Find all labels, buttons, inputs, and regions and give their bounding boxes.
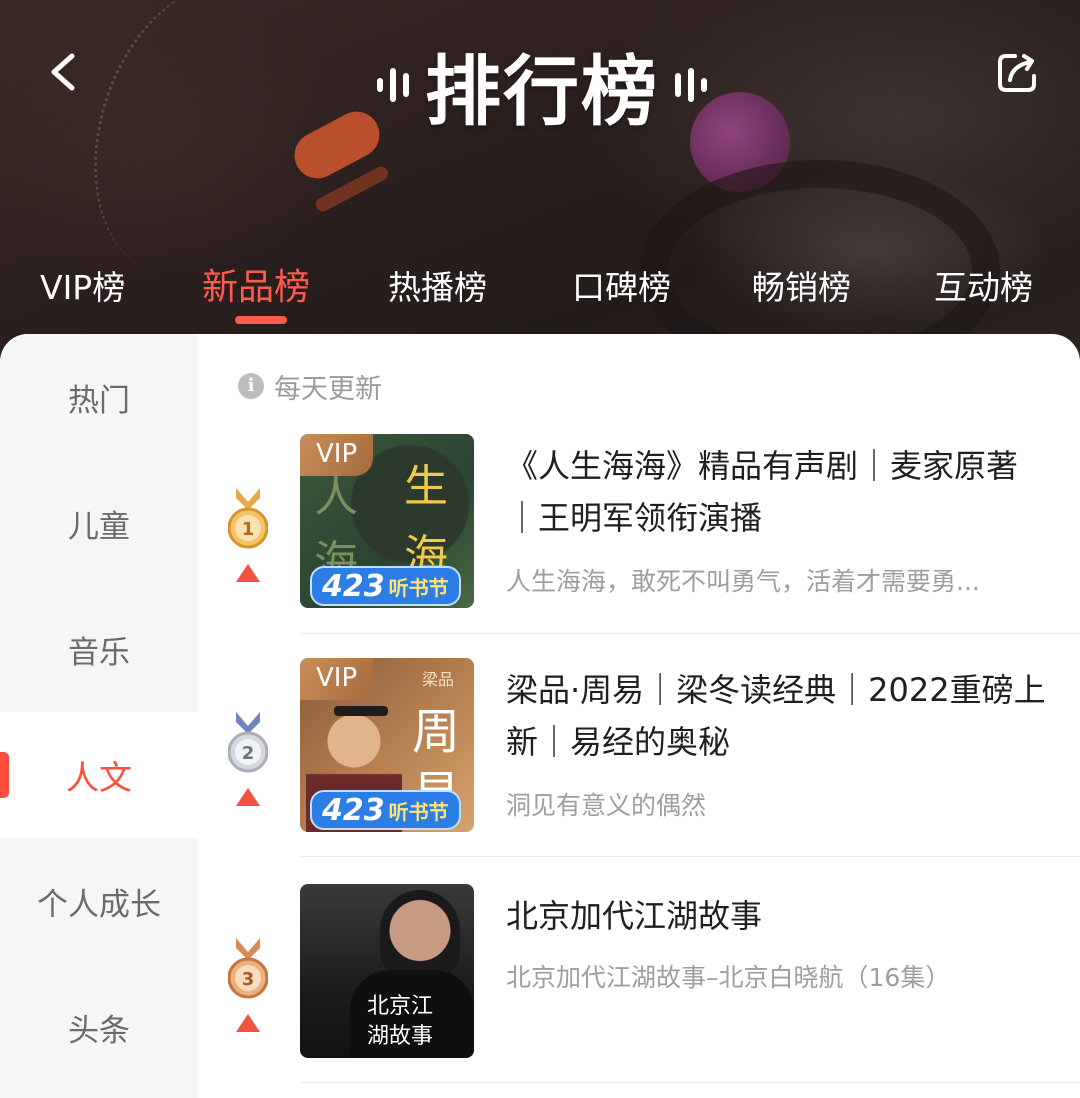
sound-wave-icon [675, 68, 707, 102]
ranking-tabs: VIP榜 新品榜 热播榜 口碑榜 畅销榜 互动榜 [0, 262, 1080, 332]
glasses-shape [334, 706, 388, 716]
album-cover[interactable]: 梁品 周 易 VIP 423 听书节 [300, 658, 474, 832]
divider [300, 856, 1080, 857]
category-sidebar: 热门 儿童 音乐 人文 个人成长 头条 [0, 334, 198, 1098]
header-banner: 排行榜 VIP榜 新品榜 热播榜 口碑榜 畅销榜 互动榜 [0, 0, 1080, 360]
active-category-marker [0, 752, 9, 798]
sidebar-item-personal-growth[interactable]: 个人成长 [0, 838, 198, 964]
cover-text: 周 [412, 704, 461, 760]
list-item[interactable]: 1 人 生 海 海 VIP 423 听书节 《人生海海》精品有声剧｜麦家原著｜王… [198, 434, 1080, 658]
rank-number: 1 [242, 519, 255, 540]
festival-text: 听书节 [388, 575, 449, 600]
sound-wave-icon [377, 68, 409, 102]
festival-number: 423 [322, 568, 385, 604]
cover-text: 梁品 [422, 670, 455, 689]
tab-hot-play[interactable]: 热播榜 [388, 262, 487, 314]
tab-interaction[interactable]: 互动榜 [934, 262, 1033, 314]
item-title[interactable]: 北京加代江湖故事 [506, 890, 1046, 942]
rank-number: 3 [242, 969, 255, 990]
page-title: 排行榜 [425, 47, 659, 136]
trend-up-icon [236, 1014, 260, 1032]
share-icon [998, 54, 1036, 92]
cover-text: 生 [404, 461, 448, 512]
tab-reputation[interactable]: 口碑榜 [572, 262, 671, 314]
cover-text: 湖故事 [366, 1024, 433, 1049]
trend-up-icon [236, 788, 260, 806]
ranking-card: 热门 儿童 音乐 人文 个人成长 头条 i 每天更新 1 人 生 海 海 VIP… [0, 334, 1080, 1098]
chevron-left-icon [51, 53, 75, 91]
update-note: i 每天更新 [238, 370, 382, 405]
vip-badge: VIP [300, 434, 374, 476]
vip-badge: VIP [300, 658, 374, 700]
tab-vip[interactable]: VIP榜 [40, 262, 125, 314]
sidebar-item-children[interactable]: 儿童 [0, 460, 198, 586]
info-icon: i [238, 373, 264, 399]
share-button[interactable] [994, 50, 1040, 96]
sidebar-item-humanities[interactable]: 人文 [0, 712, 198, 838]
bronze-medal-icon: 3 [228, 938, 268, 999]
portrait-image [380, 890, 460, 980]
list-item[interactable]: 2 梁品 周 易 VIP 423 听书节 梁品·周易｜梁冬读经典｜2022重磅上… [198, 658, 1080, 882]
divider [300, 633, 1080, 634]
item-description: 人生海海，敢死不叫勇气，活着才需要勇... [506, 567, 980, 596]
album-cover[interactable]: 人 生 海 海 VIP 423 听书节 [300, 434, 474, 608]
item-description: 洞见有意义的偶然 [506, 791, 707, 820]
silver-medal-icon: 2 [228, 712, 268, 773]
back-button[interactable] [44, 50, 84, 94]
item-title[interactable]: 《人生海海》精品有声剧｜麦家原著｜王明军领衔演播 [506, 440, 1046, 544]
item-description: 北京加代江湖故事–北京白晓航（16集） [506, 963, 951, 992]
sidebar-item-music[interactable]: 音乐 [0, 586, 198, 712]
divider [300, 1082, 1080, 1083]
sidebar-item-headlines[interactable]: 头条 [0, 964, 198, 1090]
festival-badge: 423 听书节 [310, 790, 461, 830]
festival-text: 听书节 [388, 799, 449, 824]
festival-badge: 423 听书节 [310, 566, 461, 606]
rank-number: 2 [242, 743, 255, 764]
tab-new[interactable]: 新品榜 [202, 262, 310, 314]
active-tab-indicator [235, 316, 287, 324]
album-cover[interactable]: 北京江 湖故事 [300, 884, 474, 1058]
tab-best-selling[interactable]: 畅销榜 [752, 262, 851, 314]
sidebar-item-hot[interactable]: 热门 [0, 334, 198, 460]
title-area: 排行榜 [340, 30, 744, 140]
cover-text: 北京江 [366, 994, 433, 1019]
list-item[interactable]: 3 北京江 湖故事 北京加代江湖故事 北京加代江湖故事–北京白晓航（16集） [198, 884, 1080, 1098]
update-note-text: 每天更新 [274, 373, 382, 405]
festival-number: 423 [322, 792, 385, 828]
trend-up-icon [236, 564, 260, 582]
item-title[interactable]: 梁品·周易｜梁冬读经典｜2022重磅上新｜易经的奥秘 [506, 664, 1046, 768]
gold-medal-icon: 1 [228, 488, 268, 549]
